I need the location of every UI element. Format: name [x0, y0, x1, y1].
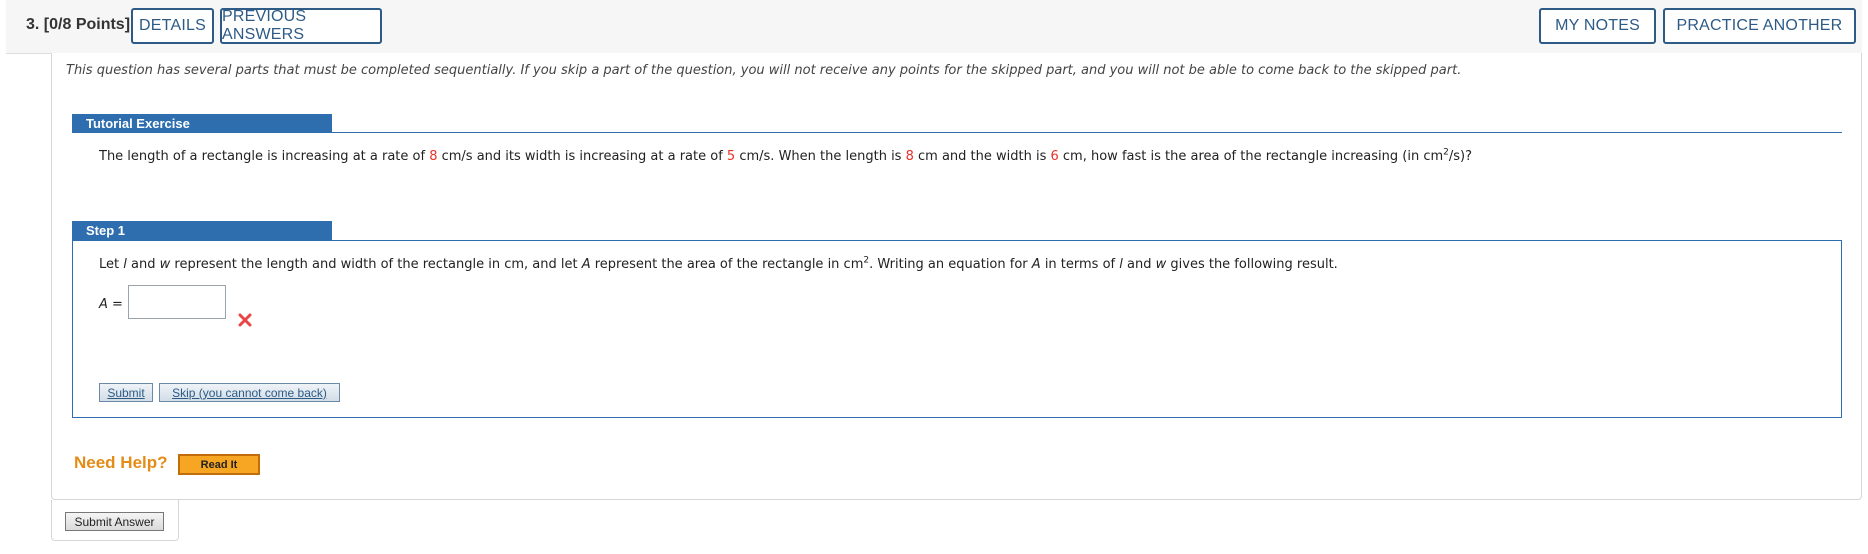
area-equation-input[interactable] — [128, 285, 226, 319]
problem-statement: The length of a rectangle is increasing … — [99, 147, 1472, 164]
answer-label: A = — [99, 297, 123, 312]
step1-heading: Step 1 — [72, 221, 332, 240]
my-notes-button[interactable]: MY NOTES — [1539, 8, 1656, 44]
question-label: 3. [0/8 Points] — [26, 16, 131, 33]
skip-step-button[interactable]: Skip (you cannot come back) — [159, 383, 340, 402]
submit-step-button[interactable]: Submit — [99, 383, 153, 402]
step1-instructions: Let l and w represent the length and wid… — [99, 255, 1338, 272]
tutorial-heading: Tutorial Exercise — [72, 114, 332, 133]
previous-answers-button[interactable]: PREVIOUS ANSWERS — [220, 8, 382, 44]
rate-width-value: 5 — [726, 149, 736, 164]
need-help-label: Need Help? — [74, 453, 168, 472]
submit-answer-button[interactable]: Submit Answer — [65, 512, 164, 531]
incorrect-x-icon — [238, 313, 252, 327]
sequential-notice: This question has several parts that mus… — [66, 63, 1462, 78]
details-button[interactable]: DETAILS — [131, 8, 214, 44]
tutorial-divider — [72, 132, 1842, 133]
length-value: 8 — [905, 149, 914, 164]
read-it-button[interactable]: Read It — [178, 454, 260, 475]
width-value: 6 — [1050, 149, 1059, 164]
practice-another-button[interactable]: PRACTICE ANOTHER — [1663, 8, 1856, 44]
